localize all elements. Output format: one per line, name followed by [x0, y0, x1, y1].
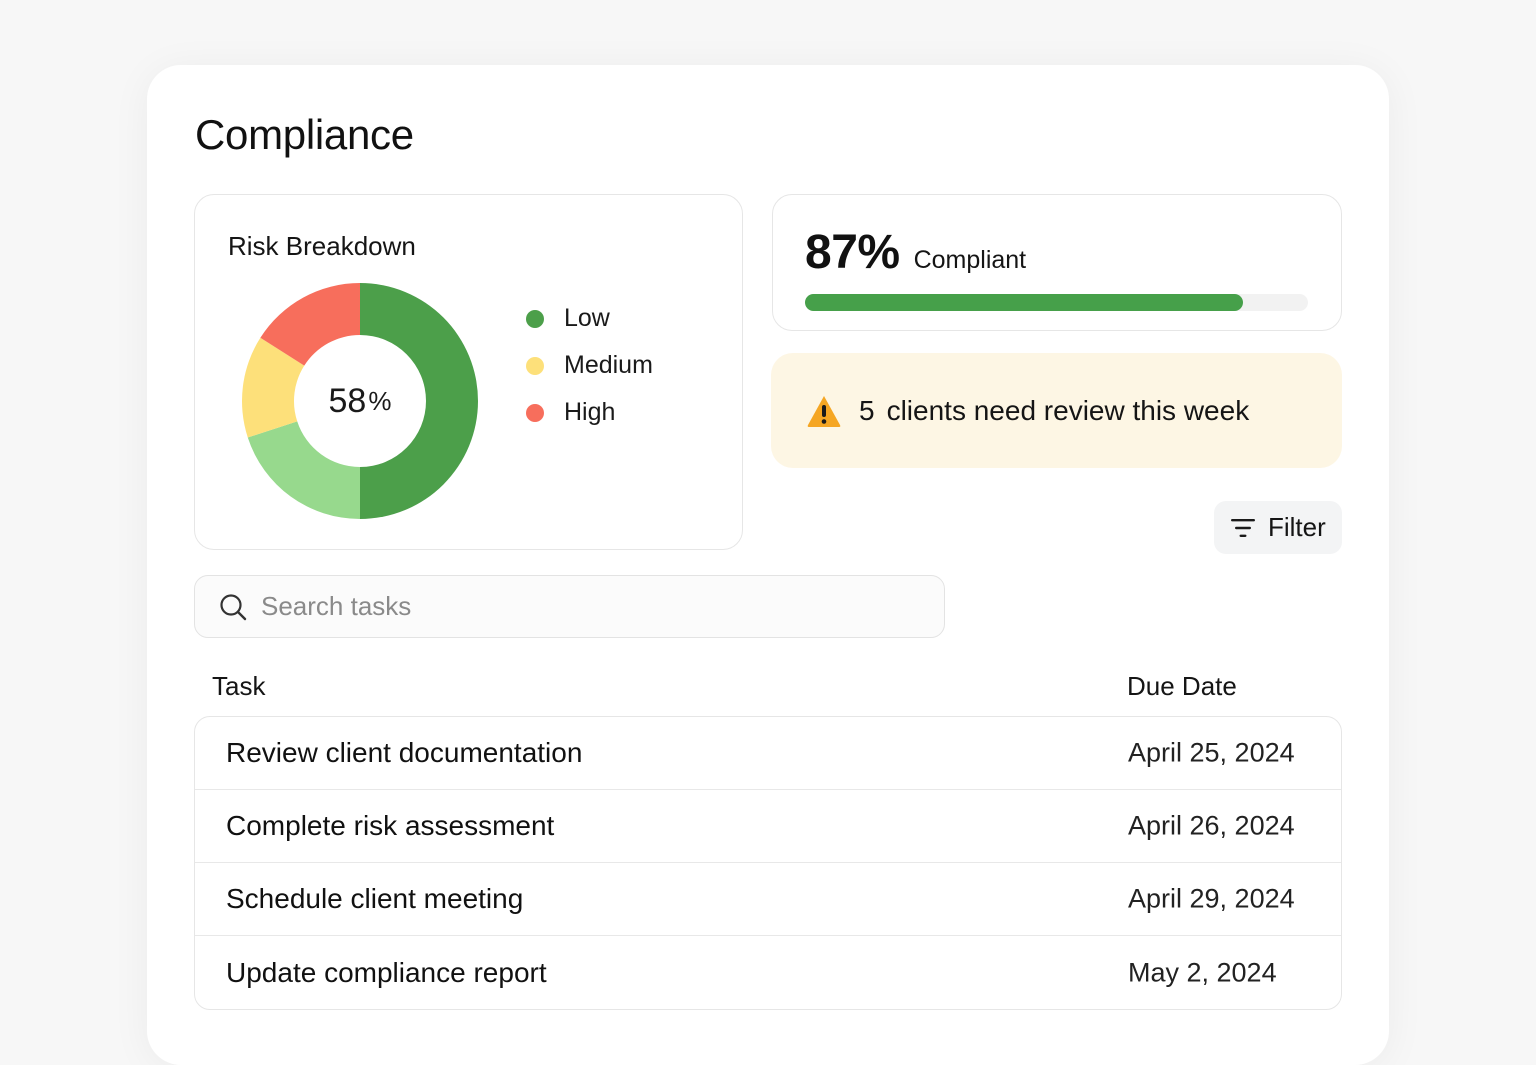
task-name: Schedule client meeting [226, 883, 524, 914]
page-title: Compliance [195, 111, 414, 158]
compliance-score-row: 87% Compliant [805, 225, 1026, 280]
table-row[interactable]: Update compliance report May 2, 2024 [195, 936, 1341, 1009]
task-due-date: April 26, 2024 [1128, 810, 1295, 841]
task-name: Complete risk assessment [226, 810, 555, 841]
compliance-card: Compliance Risk Breakdown 58% Low Medium… [147, 65, 1389, 1065]
donut-slice-low [360, 283, 478, 519]
legend-item-low: Low [526, 295, 653, 342]
compliance-percent: 87% [805, 226, 900, 279]
filter-icon [1231, 518, 1255, 537]
column-header-task[interactable]: Task [212, 671, 265, 702]
legend-dot-low [526, 309, 544, 328]
search-icon [220, 593, 247, 620]
task-name: Review client documentation [226, 737, 583, 768]
review-alert: 5 clients need review this week [771, 353, 1342, 468]
legend-item-high: High [526, 389, 653, 436]
risk-legend: Low Medium High [526, 295, 653, 436]
legend-label-high: High [564, 398, 616, 426]
table-row[interactable]: Review client documentation April 25, 20… [195, 717, 1341, 790]
legend-dot-medium [526, 356, 544, 375]
alert-text: clients need review this week [886, 394, 1250, 426]
column-header-due-date[interactable]: Due Date [1127, 671, 1237, 702]
risk-donut-chart [242, 283, 478, 519]
legend-dot-high [526, 403, 544, 422]
compliance-label: Compliant [913, 246, 1027, 274]
warning-icon [807, 395, 841, 427]
task-name: Update compliance report [226, 956, 547, 988]
legend-item-medium: Medium [526, 342, 653, 389]
compliance-score-panel: 87% Compliant [772, 194, 1342, 331]
task-table: Review client documentation April 25, 20… [194, 716, 1342, 1010]
table-row[interactable]: Schedule client meeting April 29, 2024 [195, 863, 1341, 936]
compliance-progress-fill [805, 294, 1243, 311]
filter-button[interactable]: Filter [1214, 501, 1342, 554]
search-input[interactable] [261, 591, 901, 622]
task-due-date: April 25, 2024 [1128, 737, 1295, 768]
risk-breakdown-panel: Risk Breakdown 58% Low Medium High [194, 194, 743, 550]
compliance-progress-bar [805, 294, 1308, 311]
alert-message: 5 clients need review this week [859, 395, 1249, 427]
task-due-date: April 29, 2024 [1128, 883, 1295, 914]
donut-slice-low-light [247, 421, 360, 519]
table-row[interactable]: Complete risk assessment April 26, 2024 [195, 790, 1341, 863]
search-bar[interactable] [194, 575, 945, 638]
legend-label-low: Low [564, 304, 610, 332]
legend-label-medium: Medium [564, 351, 653, 379]
risk-breakdown-title: Risk Breakdown [228, 231, 416, 261]
filter-label: Filter [1268, 512, 1326, 542]
alert-count: 5 [859, 394, 875, 426]
task-due-date: May 2, 2024 [1128, 957, 1277, 987]
